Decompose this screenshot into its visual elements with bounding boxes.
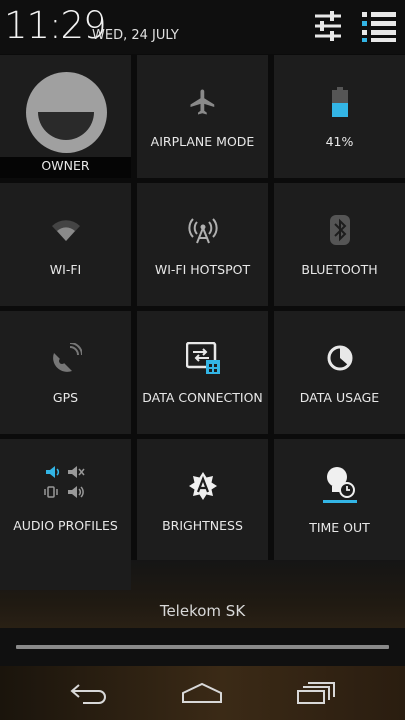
tile-owner[interactable]: OWNER — [0, 55, 131, 178]
settings-sliders-icon[interactable] — [313, 10, 343, 42]
tile-data-usage-label: DATA USAGE — [299, 390, 380, 405]
clock: 11:29 — [4, 4, 107, 47]
recents-icon[interactable] — [286, 678, 346, 708]
airplane-icon — [137, 85, 268, 119]
tile-battery[interactable]: 41% — [274, 55, 405, 178]
panel-drag-handle[interactable] — [0, 628, 405, 666]
avatar-icon — [26, 72, 107, 153]
hotspot-icon — [137, 213, 268, 247]
wifi-icon — [0, 213, 131, 247]
drag-handle-bar — [16, 645, 389, 649]
tile-brightness[interactable]: BRIGHTNESS — [137, 439, 268, 562]
tile-time-out-label: TIME OUT — [309, 520, 370, 535]
tile-wifi-label: WI-FI — [49, 262, 82, 277]
back-icon[interactable] — [59, 678, 119, 708]
tile-airplane-label: AIRPLANE MODE — [150, 134, 255, 149]
tile-audio-profiles-label: AUDIO PROFILES — [13, 518, 118, 533]
tile-airplane-mode[interactable]: AIRPLANE MODE — [137, 55, 268, 178]
timeout-icon — [274, 465, 405, 505]
carrier-label: Telekom SK — [159, 602, 246, 620]
gps-icon — [0, 341, 131, 375]
tile-hotspot-label: WI-FI HOTSPOT — [154, 262, 251, 277]
tile-data-usage[interactable]: DATA USAGE — [274, 311, 405, 434]
navigation-bar — [0, 666, 405, 720]
brightness-auto-icon — [137, 469, 268, 503]
data-usage-icon — [274, 341, 405, 375]
notifications-list-icon[interactable] — [362, 10, 396, 42]
tile-wifi-hotspot[interactable]: WI-FI HOTSPOT — [137, 183, 268, 306]
tile-audio-profiles[interactable]: AUDIO PROFILES — [0, 439, 131, 562]
bluetooth-icon — [274, 213, 405, 247]
tile-data-connection-label: DATA CONNECTION — [142, 390, 263, 405]
status-header: 11:29 WED, 24 JULY — [0, 0, 405, 54]
date: WED, 24 JULY — [92, 28, 179, 43]
data-connection-icon — [137, 341, 268, 375]
tile-data-connection[interactable]: DATA CONNECTION — [137, 311, 268, 434]
tile-gps[interactable]: GPS — [0, 311, 131, 434]
tile-wifi[interactable]: WI-FI — [0, 183, 131, 306]
home-icon[interactable] — [172, 678, 232, 708]
tile-battery-label: 41% — [325, 134, 354, 149]
tile-bluetooth-label: BLUETOOTH — [301, 262, 378, 277]
tile-bluetooth[interactable]: BLUETOOTH — [274, 183, 405, 306]
battery-icon — [274, 85, 405, 119]
tile-owner-label: OWNER — [41, 158, 90, 173]
tile-time-out[interactable]: TIME OUT — [274, 439, 405, 562]
tile-brightness-label: BRIGHTNESS — [162, 518, 243, 533]
audio-profiles-icon — [0, 463, 131, 503]
tile-gps-label: GPS — [52, 390, 79, 405]
